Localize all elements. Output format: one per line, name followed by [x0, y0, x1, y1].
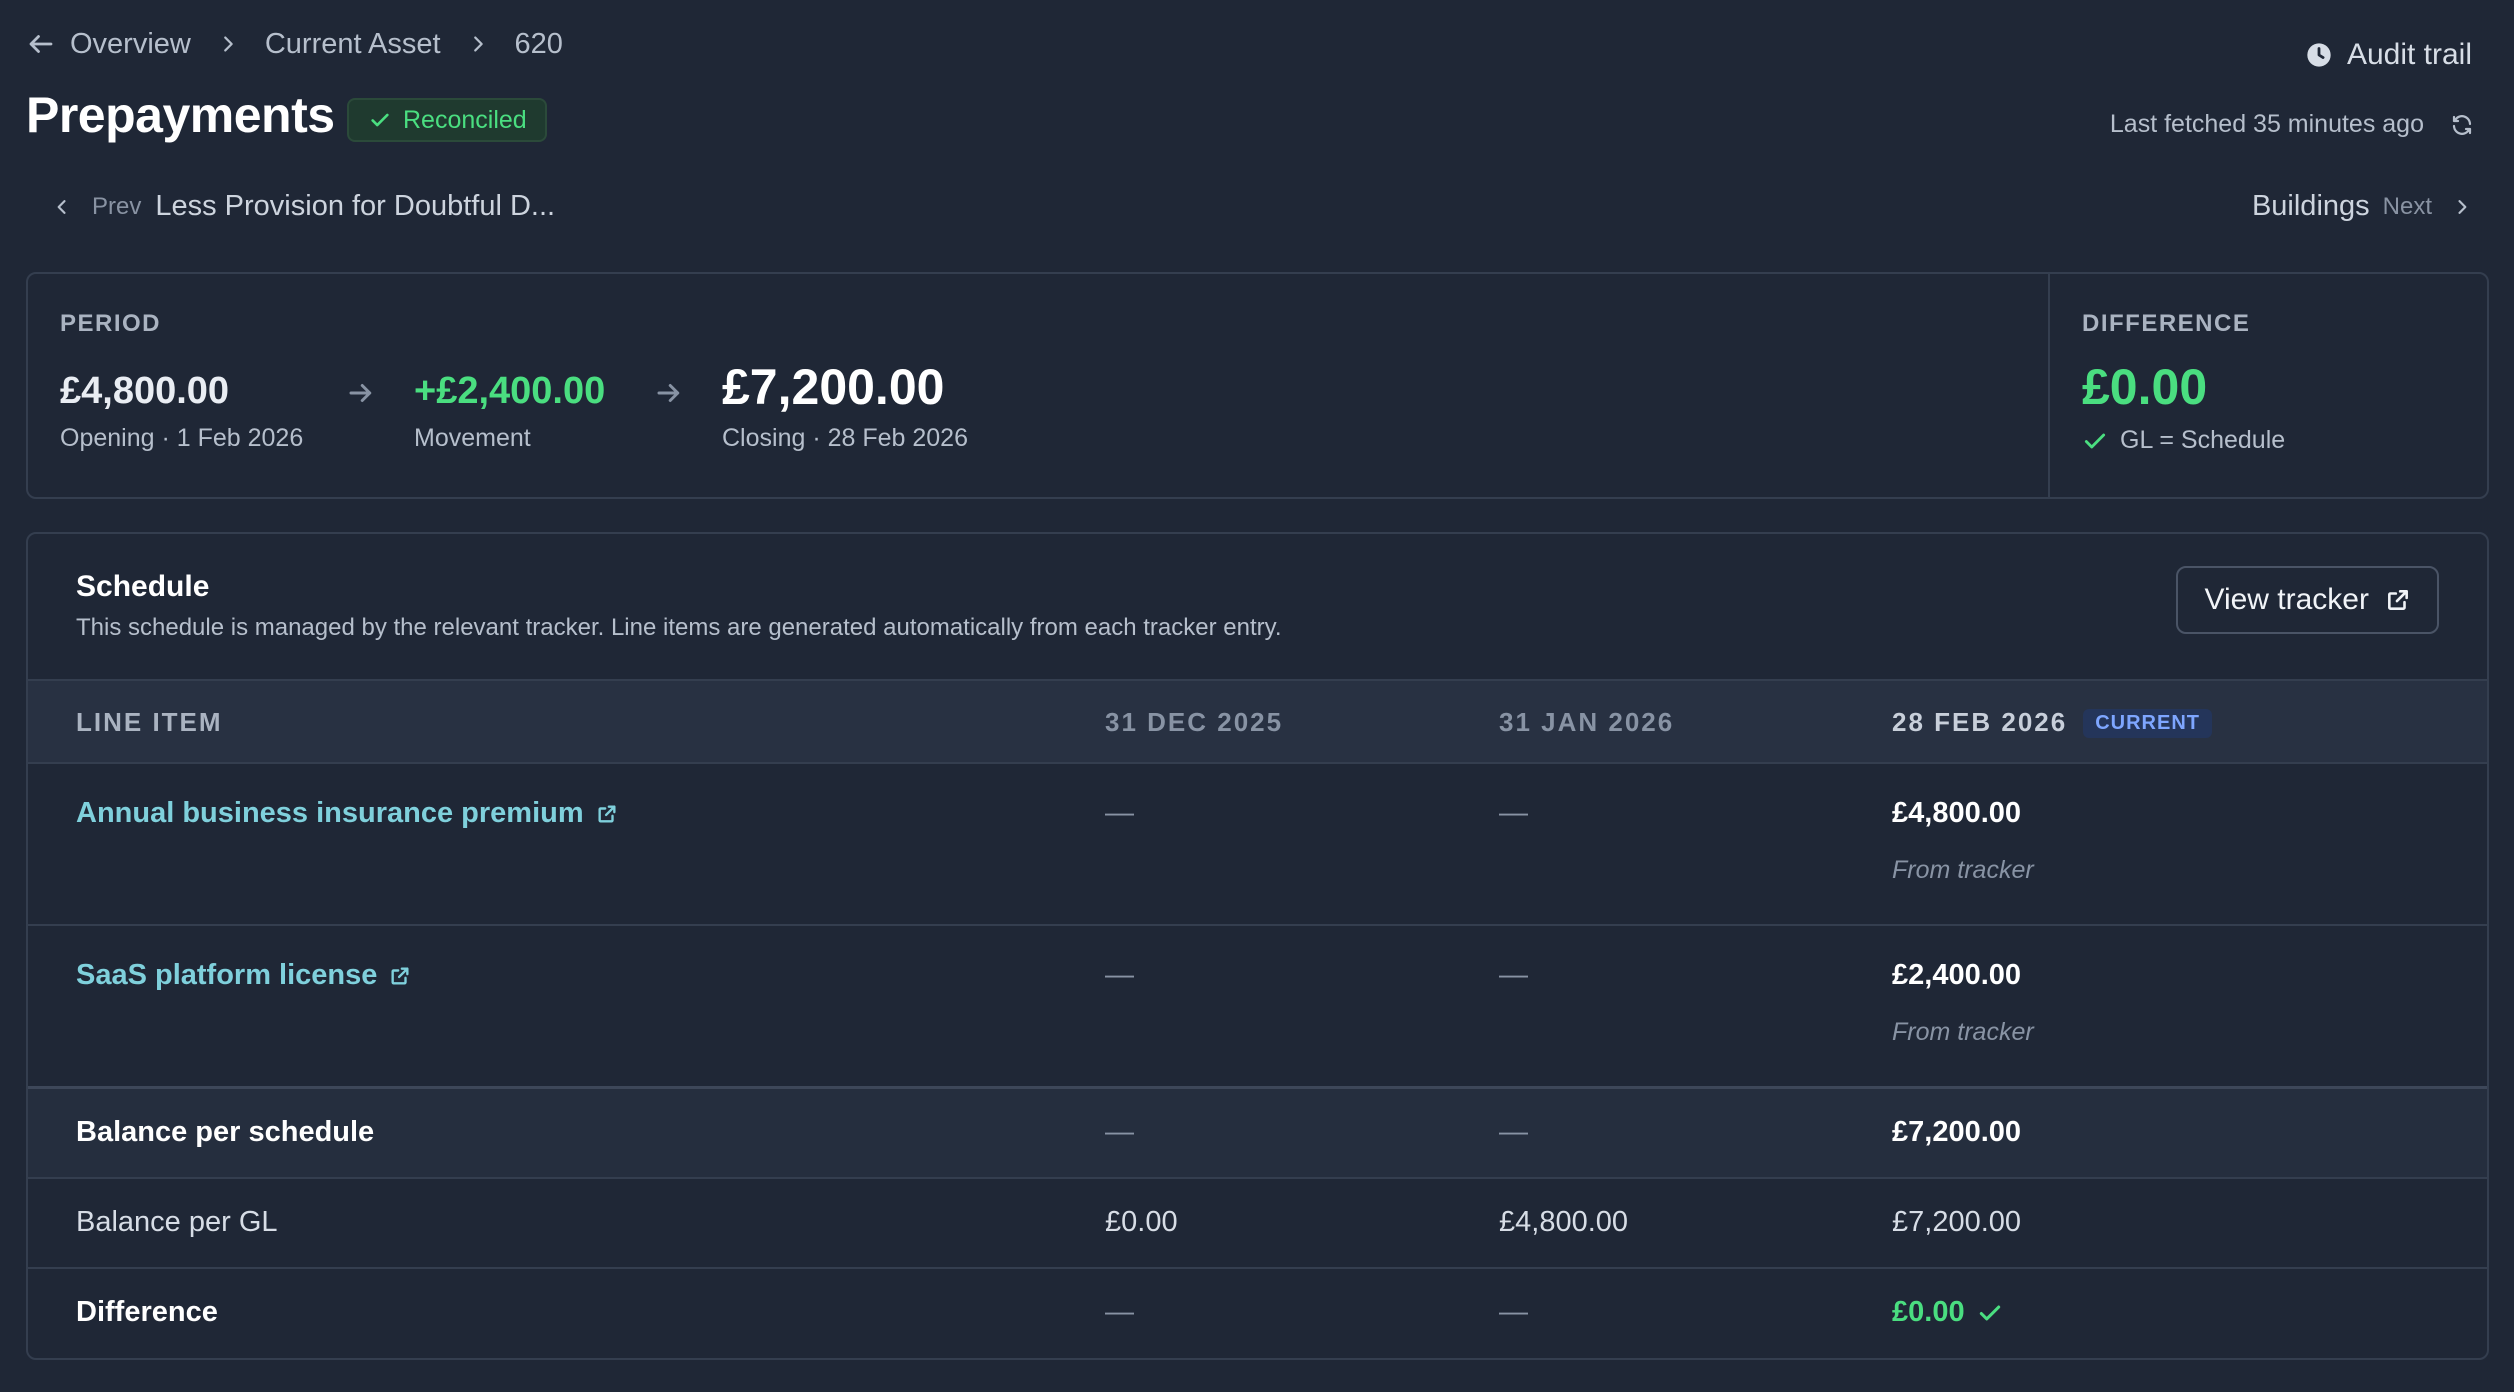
audit-trail-button[interactable]: Audit trail	[2305, 38, 2472, 72]
cell-dec: —	[1105, 797, 1134, 829]
closing-label: Closing · 28 Feb 2026	[722, 424, 968, 452]
opening-label: Opening · 1 Feb 2026	[60, 424, 304, 452]
next-account-name: Buildings	[2251, 190, 2370, 222]
chevron-right-icon	[467, 33, 489, 55]
next-label: Next	[2382, 192, 2432, 220]
balance-schedule-row: Balance per schedule — — £7,200.00	[28, 1089, 2487, 1179]
cell-feb: £7,200.00	[1892, 1206, 2022, 1238]
cell-dec: £0.00	[1105, 1206, 1178, 1238]
check-icon	[369, 109, 403, 131]
col-line-item: LINE ITEM	[76, 707, 223, 737]
prev-label: Prev	[92, 192, 142, 220]
arrow-right-icon	[654, 378, 684, 408]
balance-gl-row: Balance per GL £0.00 £4,800.00 £7,200.00	[28, 1179, 2487, 1269]
cell-jan: —	[1499, 959, 1528, 991]
cell-jan: —	[1499, 797, 1528, 829]
period-summary-card: PERIOD £4,800.00 Opening · 1 Feb 2026 +£…	[26, 272, 2489, 499]
difference-note: GL = Schedule	[2082, 426, 2285, 455]
difference-feb-value: £0.00	[1892, 1296, 1965, 1328]
table-header: LINE ITEM 31 DEC 2025 31 JAN 2026 28 FEB…	[28, 679, 2487, 764]
cell-feb: £2,400.00	[1892, 959, 2022, 991]
check-icon	[1977, 1300, 2003, 1326]
cell-feb: £4,800.00	[1892, 797, 2022, 829]
cell-dec: —	[1105, 959, 1134, 991]
external-link-icon	[584, 803, 618, 825]
movement-amount: +£2,400.00	[414, 370, 606, 412]
card-divider	[2048, 274, 2050, 497]
cell-jan: —	[1499, 1116, 1528, 1148]
difference-note-text: GL = Schedule	[2120, 426, 2286, 454]
balance-schedule-label: Balance per schedule	[76, 1116, 375, 1148]
difference-row: Difference — — £0.00	[28, 1269, 2487, 1358]
external-link-icon	[377, 965, 411, 987]
line-item-link[interactable]: Annual business insurance premium	[76, 797, 618, 830]
refresh-icon[interactable]	[2450, 113, 2474, 137]
cell-feb: £0.00	[1892, 1296, 2003, 1329]
cell-jan: £4,800.00	[1499, 1206, 1629, 1238]
clock-icon	[2305, 41, 2347, 69]
table-row: SaaS platform license — — £2,400.00 From…	[28, 926, 2487, 1089]
movement-label: Movement	[414, 424, 531, 452]
status-badge-label: Reconciled	[403, 105, 527, 134]
cell-jan: —	[1499, 1296, 1528, 1328]
schedule-panel: Schedule This schedule is managed by the…	[26, 532, 2489, 1360]
arrow-right-icon	[346, 378, 376, 408]
view-tracker-button[interactable]: View tracker	[2176, 566, 2439, 634]
breadcrumb: Overview Current Asset 620	[26, 26, 563, 62]
period-caption: PERIOD	[60, 310, 162, 337]
breadcrumb-current-asset[interactable]: Current Asset	[265, 28, 441, 61]
breadcrumb-account-code: 620	[514, 27, 563, 60]
cell-source: From tracker	[1892, 1018, 2034, 1046]
schedule-description: This schedule is managed by the relevant…	[76, 614, 1282, 641]
cell-feb: £7,200.00	[1892, 1116, 2022, 1148]
col-feb-2026-label: 28 FEB 2026	[1892, 707, 2068, 737]
chevron-right-icon	[2452, 197, 2472, 217]
external-link-icon	[2369, 587, 2411, 613]
cell-dec: —	[1105, 1116, 1134, 1148]
prev-account-link[interactable]: Prev Less Provision for Doubtful D...	[52, 190, 555, 223]
chevron-right-icon	[217, 33, 239, 55]
line-item-link[interactable]: SaaS platform license	[76, 959, 411, 992]
chevron-left-icon	[52, 197, 72, 217]
balance-gl-label: Balance per GL	[76, 1206, 278, 1238]
col-jan-2026: 31 JAN 2026	[1499, 707, 1675, 737]
check-icon	[2082, 428, 2108, 454]
status-badge: Reconciled	[347, 98, 547, 142]
last-fetched-text: Last fetched 35 minutes ago	[2109, 110, 2424, 138]
audit-trail-label: Audit trail	[2346, 38, 2472, 71]
col-dec-2025: 31 DEC 2025	[1105, 707, 1284, 737]
difference-row-label: Difference	[76, 1296, 218, 1328]
last-fetched: Last fetched 35 minutes ago	[2110, 110, 2474, 139]
opening-amount: £4,800.00	[60, 370, 230, 412]
view-tracker-label: View tracker	[2204, 583, 2369, 616]
breadcrumb-overview[interactable]: Overview	[70, 28, 191, 61]
line-item-name: Annual business insurance premium	[76, 797, 584, 829]
cell-source: From tracker	[1892, 856, 2034, 884]
next-account-link[interactable]: Buildings Next	[2252, 190, 2472, 223]
difference-amount: £0.00	[2082, 359, 2208, 415]
page-title: Prepayments	[26, 87, 335, 143]
current-badge: CURRENT	[2083, 709, 2212, 738]
difference-caption: DIFFERENCE	[2082, 310, 2251, 337]
col-feb-2026: 28 FEB 2026 CURRENT	[1892, 707, 2212, 738]
back-arrow-icon[interactable]	[26, 29, 56, 59]
line-item-name: SaaS platform license	[76, 959, 378, 991]
cell-dec: —	[1105, 1296, 1134, 1328]
closing-amount: £7,200.00	[722, 359, 945, 415]
schedule-title: Schedule	[76, 570, 210, 603]
prev-account-name: Less Provision for Doubtful D...	[155, 190, 556, 222]
table-row: Annual business insurance premium — — £4…	[28, 764, 2487, 926]
